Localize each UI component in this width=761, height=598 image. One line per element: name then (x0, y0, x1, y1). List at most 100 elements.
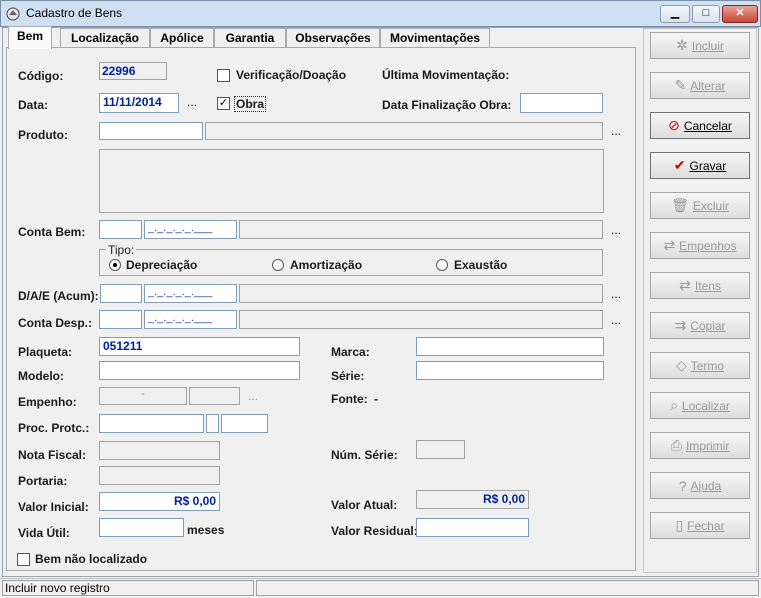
marca-label: Marca: (331, 345, 370, 359)
alterar-button[interactable]: ✎ Alterar (650, 72, 750, 99)
localizar-button[interactable]: ⌕ Localizar (650, 392, 750, 419)
ajuda-button[interactable]: ? Ajuda (650, 472, 750, 499)
cancelar-button[interactable]: ⊘ Cancelar (650, 112, 750, 139)
itens-button[interactable]: ⇄ Itens (650, 272, 750, 299)
tipo-depreciacao-radio[interactable] (109, 259, 121, 271)
produto-lookup-button[interactable]: ... (611, 124, 621, 138)
empenhos-button[interactable]: ⇄ Empenhos (650, 232, 750, 259)
conta-bem-label: Conta Bem: (18, 225, 86, 239)
plaqueta-label: Plaqueta: (18, 345, 73, 359)
verificacao-checkbox[interactable] (217, 69, 230, 82)
help-icon: ? (678, 477, 687, 494)
conta-desp-code-input[interactable] (99, 310, 142, 329)
empenho-label: Empenho: (18, 395, 77, 409)
copiar-button[interactable]: ⇉ Copiar (650, 312, 750, 339)
tipo-exaustao-label: Exaustão (454, 258, 508, 272)
side-button-label: Cancelar (683, 118, 732, 133)
tab-localizacao[interactable]: Localização (60, 28, 150, 48)
tipo-label: Tipo: (106, 243, 137, 257)
tab-apolice[interactable]: Apólice (150, 28, 214, 48)
side-button-label: Empenhos (679, 238, 737, 253)
locate-icon: ⌕ (670, 397, 678, 413)
portaria-field (99, 466, 220, 485)
proc-protc-digit-input[interactable] (206, 414, 219, 433)
side-button-label: Excluir (692, 198, 729, 213)
minimize-button[interactable]: ▁ (660, 5, 690, 23)
side-button-label: Gravar (689, 158, 727, 173)
valor-atual-field: R$ 0,00 (416, 490, 529, 509)
data-picker-button[interactable]: ... (187, 95, 197, 109)
tab-observacoes[interactable]: Observações (286, 28, 380, 48)
vida-util-input[interactable] (99, 518, 184, 537)
sparkle-icon: ✲ (676, 37, 688, 53)
plaqueta-input[interactable]: 051211 (99, 337, 300, 356)
termo-button[interactable]: ◇ Termo (650, 352, 750, 379)
link-icon: ⇄ (663, 237, 676, 253)
nao-localizado-checkbox[interactable] (17, 553, 30, 566)
status-panel (256, 580, 759, 596)
side-button-label: Localizar (681, 398, 730, 413)
data-label: Data: (18, 98, 49, 112)
tab-garantia[interactable]: Garantia (214, 28, 286, 48)
conta-bem-code-input[interactable] (99, 220, 142, 239)
close-button[interactable]: ✕ (722, 5, 758, 23)
check-icon: ✔ (673, 157, 686, 173)
empenho-lookup-button[interactable]: ... (248, 389, 258, 403)
codigo-field: 22996 (99, 62, 167, 80)
num-serie-label: Núm. Série: (331, 448, 398, 462)
obra-checkbox[interactable]: ✓ (217, 97, 230, 110)
tab-movimentacoes[interactable]: Movimentações (380, 28, 490, 48)
portaria-label: Portaria: (18, 474, 68, 488)
copy-icon: ⇉ (674, 317, 687, 333)
dae-code-input[interactable] (100, 284, 142, 303)
num-serie-field (416, 440, 465, 459)
tipo-amortizacao-label: Amortização (290, 258, 363, 272)
dae-name-field (239, 284, 603, 303)
data-input[interactable]: 11/11/2014 (99, 93, 179, 113)
serie-input[interactable] (416, 361, 604, 380)
window-title: Cadastro de Bens (26, 6, 123, 20)
valor-residual-label: Valor Residual: (331, 524, 418, 538)
side-button-label: Fechar (687, 518, 725, 533)
tipo-amortizacao-radio[interactable] (272, 259, 284, 271)
data-finalizacao-label: Data Finalização Obra: (382, 98, 512, 112)
valor-residual-input[interactable] (416, 518, 529, 537)
empenho-extra-field (189, 387, 240, 405)
imprimir-button[interactable]: ⎙ Imprimir (650, 432, 750, 459)
side-button-label: Alterar (690, 78, 726, 93)
gravar-button[interactable]: ✔ Gravar (650, 152, 750, 179)
excluir-button[interactable]: 🗑 Excluir (650, 192, 750, 219)
side-button-label: Ajuda (690, 478, 722, 493)
cancel-icon: ⊘ (668, 117, 680, 133)
proc-protc-year-input[interactable] (221, 414, 268, 433)
valor-inicial-input[interactable]: R$ 0,00 (99, 492, 220, 511)
incluir-button[interactable]: ✲ Incluir (650, 32, 750, 59)
marca-input[interactable] (416, 337, 604, 356)
side-button-label: Imprimir (685, 438, 730, 453)
tab-bem[interactable]: Bem (8, 26, 52, 49)
side-button-label: Copiar (690, 318, 726, 333)
edit-icon: ✎ (674, 77, 687, 93)
proc-protc-input[interactable] (99, 414, 204, 433)
app-icon (5, 6, 21, 22)
door-icon: ▯ (675, 517, 684, 533)
modelo-input[interactable] (99, 361, 300, 380)
meses-label: meses (187, 523, 225, 537)
data-finalizacao-input[interactable] (520, 93, 603, 113)
produto-code-input[interactable] (99, 122, 203, 140)
dae-mask-input[interactable]: _._._._._.___ (144, 284, 237, 303)
conta-desp-mask-input[interactable]: _._._._._.___ (144, 310, 237, 329)
maximize-button[interactable]: □ (692, 5, 720, 23)
dae-label: D/A/E (Acum): (18, 289, 99, 303)
produto-name-field (205, 122, 603, 140)
conta-desp-lookup-button[interactable]: ... (611, 313, 621, 327)
serie-label: Série: (331, 369, 365, 383)
tipo-exaustao-radio[interactable] (436, 259, 448, 271)
dae-lookup-button[interactable]: ... (611, 287, 621, 301)
valor-atual-label: Valor Atual: (331, 498, 398, 512)
verificacao-label: Verificação/Doação (236, 68, 347, 82)
conta-bem-lookup-button[interactable]: ... (611, 223, 621, 237)
fechar-button[interactable]: ▯ Fechar (650, 512, 750, 539)
empenho-field: - (99, 387, 187, 405)
conta-bem-mask-input[interactable]: _._._._._.___ (144, 220, 237, 239)
